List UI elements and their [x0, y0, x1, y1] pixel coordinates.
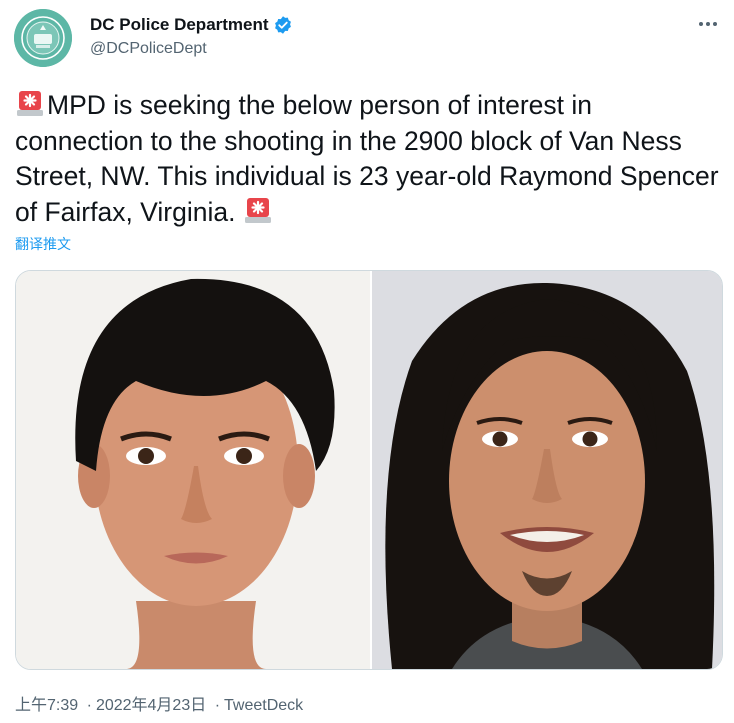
tweet-date[interactable]: 2022年4月23日: [96, 697, 206, 714]
portrait-image: [372, 271, 722, 669]
photo-right[interactable]: [372, 271, 722, 669]
portrait-image: [16, 271, 370, 669]
siren-icon: [243, 195, 273, 225]
tweet-text: MPD is seeking the below person of inter…: [15, 88, 720, 230]
police-badge-icon: [14, 9, 72, 67]
more-dot-icon: [706, 22, 710, 26]
handle[interactable]: @DCPoliceDept: [90, 40, 293, 58]
more-dot-icon: [713, 22, 717, 26]
siren-icon: [15, 88, 45, 118]
media-grid: [15, 270, 723, 670]
author-info: DC Police Department @DCPoliceDept: [90, 14, 293, 58]
more-dot-icon: [699, 22, 703, 26]
tweet: DC Police Department @DCPoliceDept MPD i…: [0, 0, 734, 723]
meta-separator: ·: [86, 697, 92, 714]
verified-badge-icon: [273, 15, 293, 35]
tweet-time[interactable]: 上午7:39: [15, 697, 78, 714]
tweet-meta: 上午7:39 · 2022年4月23日 · TweetDeck: [15, 691, 303, 715]
photo-left[interactable]: [16, 271, 370, 669]
display-name[interactable]: DC Police Department: [90, 15, 269, 35]
translate-tweet-link[interactable]: 翻译推文: [15, 234, 71, 254]
meta-separator: ·: [214, 697, 221, 714]
more-options-button[interactable]: [694, 14, 722, 34]
tweet-source-link[interactable]: TweetDeck: [224, 697, 303, 714]
name-row: DC Police Department: [90, 14, 293, 36]
tweet-body: MPD is seeking the below person of inter…: [15, 90, 719, 227]
avatar[interactable]: [14, 9, 72, 67]
